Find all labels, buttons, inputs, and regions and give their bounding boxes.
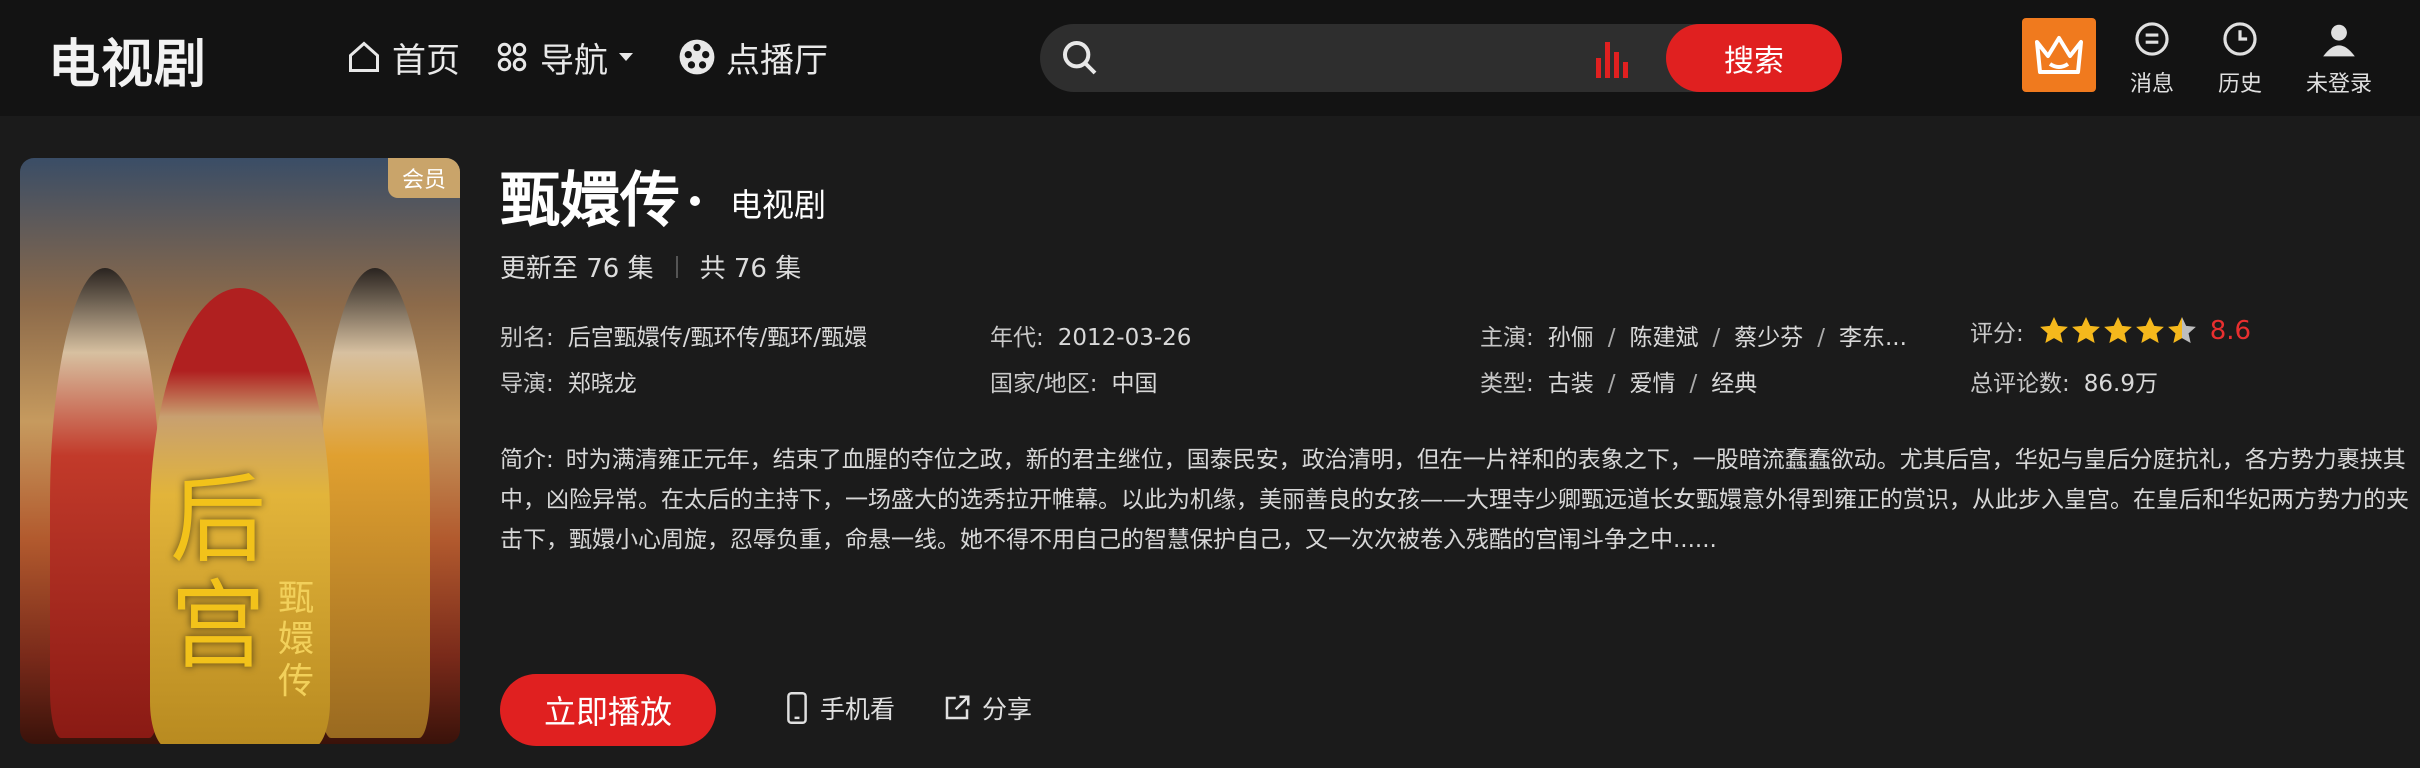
cast-row: 主演: 孙俪 / 陈建斌 / 蔡少芬 / 李东... bbox=[1480, 318, 1907, 352]
user-icon bbox=[2323, 24, 2355, 57]
chevron-down-icon bbox=[619, 53, 633, 61]
genre-tag[interactable]: 古装 bbox=[1548, 371, 1594, 397]
separator: / bbox=[1607, 371, 1616, 397]
show-title: 甄嬛传 bbox=[500, 166, 680, 236]
nav-vod-label: 点播厅 bbox=[726, 40, 828, 81]
nav-guide[interactable]: 导航 bbox=[494, 32, 646, 82]
poster-figure-left bbox=[50, 268, 160, 738]
search-input[interactable] bbox=[1114, 34, 1564, 82]
nav-guide-label: 导航 bbox=[540, 40, 608, 81]
year-row: 年代: 2012-03-26 bbox=[990, 318, 1191, 352]
watch-on-phone-button[interactable]: 手机看 bbox=[784, 690, 895, 726]
clock-icon bbox=[2223, 22, 2257, 56]
synopsis-text: 时为满清雍正元年，结束了血腥的夺位之政，新的君主继位，国泰民安，政治清明，但在一… bbox=[500, 447, 2409, 553]
messages-label: 消息 bbox=[2130, 72, 2175, 97]
episodes-total: 共 76 集 bbox=[699, 254, 802, 284]
director-label: 导演: bbox=[500, 371, 554, 397]
site-title[interactable]: 电视剧 bbox=[48, 22, 207, 97]
separator: / bbox=[1817, 325, 1825, 351]
watch-on-phone-label: 手机看 bbox=[820, 695, 896, 724]
cast-member[interactable]: 陈建斌 bbox=[1630, 325, 1699, 351]
alias-value: 后宫甄嬛传/甄环传/甄环/甄嬛 bbox=[567, 325, 867, 351]
region-value: 中国 bbox=[1111, 371, 1158, 397]
episode-info: 更新至 76 集 共 76 集 bbox=[500, 248, 801, 285]
director-value[interactable]: 郑晓龙 bbox=[568, 371, 637, 397]
genre-tag[interactable]: 爱情 bbox=[1630, 371, 1676, 397]
cast-member[interactable]: 孙俪 bbox=[1548, 325, 1594, 351]
share-button[interactable]: 分享 bbox=[942, 690, 1032, 726]
poster-subtitle: 甄嬛传 bbox=[278, 578, 315, 702]
nav-home[interactable]: 首页 bbox=[346, 32, 460, 82]
poster-title-calligraphy: 后宫 bbox=[170, 464, 266, 682]
separator: / bbox=[1607, 325, 1616, 351]
search-icon[interactable] bbox=[1060, 38, 1100, 78]
show-poster[interactable]: 后宫 甄嬛传 会员 bbox=[20, 158, 460, 744]
poster-figure-right bbox=[320, 268, 430, 738]
separator: / bbox=[1689, 371, 1698, 397]
year-label: 年代: bbox=[990, 325, 1044, 351]
genre-row: 类型: 古装 / 爱情 / 经典 bbox=[1480, 364, 1757, 398]
alias-row: 别名: 后宫甄嬛传/甄环传/甄环/甄嬛 bbox=[500, 318, 867, 352]
title-separator-dot bbox=[690, 196, 700, 206]
vip-badge: 会员 bbox=[388, 158, 460, 198]
hot-search-icon[interactable] bbox=[1592, 36, 1632, 80]
director-row: 导演: 郑晓龙 bbox=[500, 364, 637, 398]
synopsis: 简介: 时为满清雍正元年，结束了血腥的夺位之政，新的君主继位，国泰民安，政治清明，… bbox=[500, 440, 2410, 560]
cast-member[interactable]: 李东... bbox=[1839, 325, 1907, 351]
home-icon bbox=[349, 41, 379, 72]
search-bar: 搜索 bbox=[1040, 24, 1842, 92]
share-label: 分享 bbox=[982, 695, 1033, 724]
divider bbox=[675, 255, 678, 278]
year-value: 2012-03-26 bbox=[1057, 325, 1192, 351]
reviews-label: 总评论数: bbox=[1970, 371, 2070, 397]
star-icon bbox=[2103, 317, 2132, 343]
login-button[interactable]: 未登录 bbox=[2306, 20, 2372, 98]
genre-label: 类型: bbox=[1480, 371, 1534, 397]
login-label: 未登录 bbox=[2306, 72, 2373, 97]
grid-icon bbox=[497, 42, 527, 72]
cast-label: 主演: bbox=[1480, 325, 1534, 351]
alias-label: 别名: bbox=[500, 325, 554, 351]
separator: / bbox=[1712, 325, 1721, 351]
show-category[interactable]: 电视剧 bbox=[730, 180, 826, 226]
history-label: 历史 bbox=[2218, 72, 2263, 97]
nav-home-label: 首页 bbox=[392, 40, 460, 81]
top-nav-bar: 电视剧 首页 导航 点播厅 搜索 消息 历史 未登录 bbox=[0, 0, 2420, 116]
share-icon bbox=[945, 695, 970, 720]
region-label: 国家/地区: bbox=[990, 371, 1098, 397]
star-icon bbox=[2039, 317, 2068, 343]
reviews-row: 总评论数: 86.9万 bbox=[1970, 364, 2158, 398]
vip-button[interactable] bbox=[2022, 18, 2096, 92]
search-button[interactable]: 搜索 bbox=[1666, 24, 1842, 92]
synopsis-label: 简介: bbox=[500, 447, 554, 473]
reviews-value: 86.9万 bbox=[2083, 371, 2158, 397]
rating-row: 评分: 8.6 bbox=[1970, 314, 2251, 348]
cast-member[interactable]: 蔡少芬 bbox=[1734, 325, 1803, 351]
genre-tag[interactable]: 经典 bbox=[1711, 371, 1757, 397]
play-now-button[interactable]: 立即播放 bbox=[500, 674, 716, 746]
nav-vod-hall[interactable]: 点播厅 bbox=[678, 32, 828, 82]
episodes-updated: 更新至 76 集 bbox=[500, 254, 654, 284]
film-reel-icon bbox=[679, 39, 715, 75]
rating-score: 8.6 bbox=[2209, 316, 2252, 346]
star-icon bbox=[2167, 317, 2196, 343]
message-icon bbox=[2135, 22, 2169, 56]
rating-label: 评分: bbox=[1970, 321, 2024, 347]
crown-icon bbox=[2035, 36, 2083, 74]
star-icon bbox=[2071, 317, 2100, 343]
rating-stars bbox=[2038, 315, 2198, 347]
star-icon bbox=[2135, 317, 2164, 343]
region-row: 国家/地区: 中国 bbox=[990, 364, 1158, 398]
phone-icon bbox=[787, 692, 807, 724]
messages-button[interactable]: 消息 bbox=[2130, 20, 2174, 98]
history-button[interactable]: 历史 bbox=[2218, 20, 2262, 98]
